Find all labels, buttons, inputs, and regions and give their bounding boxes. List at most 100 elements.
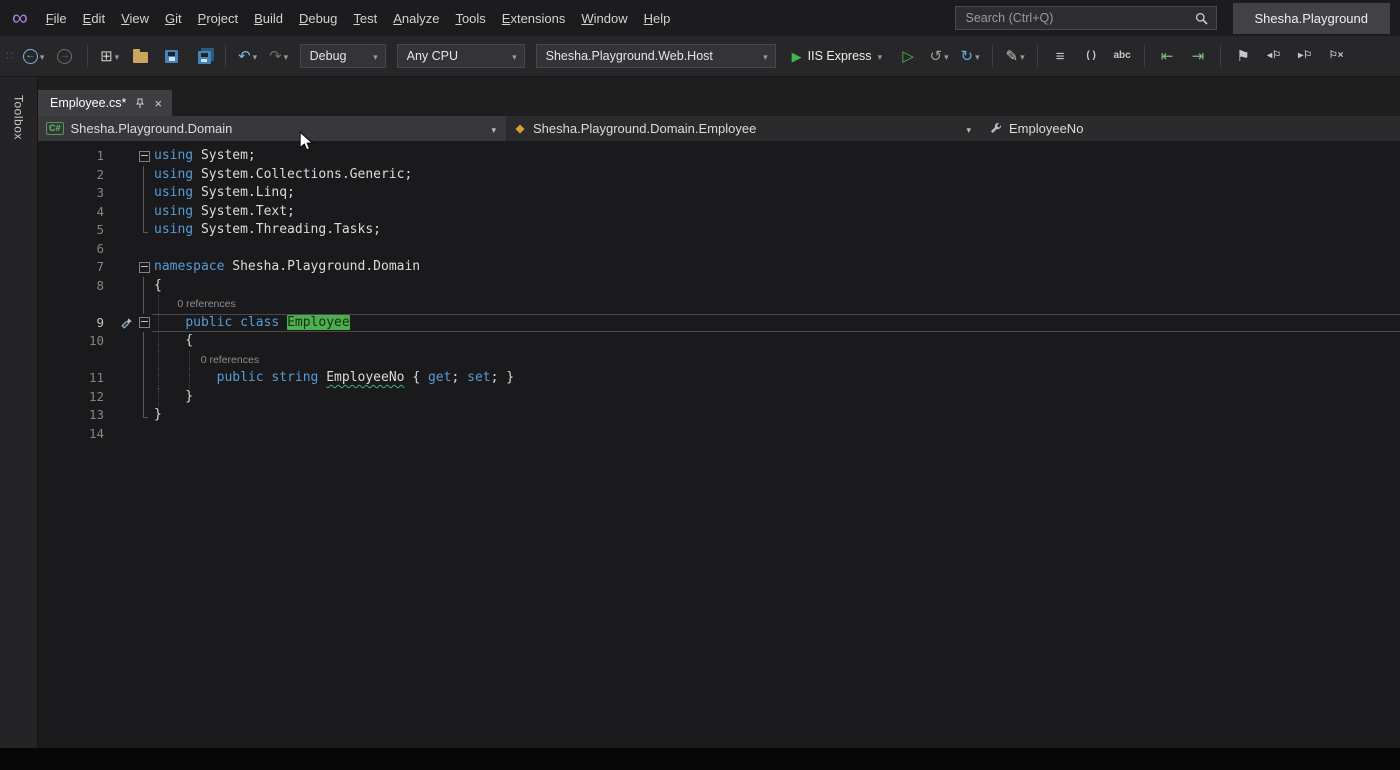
start-without-debugging-icon[interactable]: ▷ [894,43,922,69]
outline-margin [136,369,152,388]
codelens-references[interactable]: 0 references [177,298,235,310]
navigate-backward-icon[interactable]: ← [20,43,48,69]
menu-item-file[interactable]: File [38,6,75,31]
toggle-bookmark-icon[interactable]: ⚑ [1229,43,1257,69]
line-number: 5 [38,221,118,240]
code-cleanup-icon[interactable]: ✎ [1001,43,1029,69]
menu-item-edit[interactable]: Edit [75,6,113,31]
new-project-icon[interactable]: ⊞ [96,43,124,69]
code-line[interactable]: 12 } [38,388,1400,407]
menu-item-window[interactable]: Window [573,6,635,31]
code-text: public string EmployeeNo { get; set; } [152,369,1400,388]
code-line[interactable]: 10 { [38,332,1400,351]
menu-item-build[interactable]: Build [246,6,291,31]
search-input[interactable] [964,10,1187,26]
glyph-margin [118,221,136,240]
pin-icon[interactable] [135,98,145,109]
menu-item-view[interactable]: View [113,6,157,31]
codelens-references[interactable]: 0 references [201,354,259,366]
outline-margin [136,184,152,203]
outline-margin [136,295,152,314]
solution-platforms-combo-value: Any CPU [407,49,504,63]
redo-icon-glyph: ↷ [269,49,282,64]
type-dropdown[interactable]: Shesha.Playground.Domain.Employee [506,116,981,141]
solution-platforms-combo[interactable]: Any CPU [397,44,525,68]
previous-bookmark-icon[interactable]: ◂⚐ [1260,43,1288,69]
redo-icon[interactable]: ↷ [265,43,293,69]
collapse-region-icon[interactable] [139,262,150,273]
clear-bookmarks-icon[interactable]: ⚐× [1322,43,1350,69]
close-icon[interactable] [154,97,162,110]
code-line[interactable]: 14 [38,425,1400,444]
increase-indent-icon[interactable]: ⇥ [1184,43,1212,69]
standard-toolbar: ∷←→ ⊞ ↶ ↷ Debug Any CPU Shesha.Playground.Web.… [0,36,1400,77]
line-number: 8 [38,277,118,296]
chevron-down-icon [115,47,120,65]
decrease-indent-icon[interactable]: ⇤ [1153,43,1181,69]
tab-employee-cs[interactable]: Employee.cs* [38,90,172,116]
csharp-project-icon: C# [46,122,64,135]
undo-icon[interactable]: ↶ [234,43,262,69]
menu-item-analyze[interactable]: Analyze [385,6,447,31]
run-target-label: IIS Express [808,49,872,63]
menu-item-git[interactable]: Git [157,6,190,31]
glyph-margin [118,369,136,388]
startup-projects-combo[interactable]: Shesha.Playground.Web.Host [536,44,776,68]
code-line[interactable]: 3using System.Linq; [38,184,1400,203]
start-debugging-button[interactable]: ▶IIS Express [785,49,889,63]
code-text: } [152,406,1400,425]
open-file-icon[interactable] [127,43,155,69]
startup-projects-combo-value: Shesha.Playground.Web.Host [546,49,755,63]
code-line[interactable]: 8{ [38,277,1400,296]
collapse-region-icon[interactable] [139,151,150,162]
display-member-list-icon[interactable]: ≡ [1046,43,1074,69]
codelens-row: 0 references [38,351,1400,370]
menu-item-project[interactable]: Project [190,6,246,31]
toolbar-grip[interactable]: ∷ [6,49,17,63]
solution-configurations-combo[interactable]: Debug [300,44,386,68]
chevron-down-icon [1020,47,1025,65]
member-dropdown[interactable]: EmployeeNo [981,116,1400,141]
line-number: 2 [38,166,118,185]
hot-reload-icon[interactable]: ↺ [925,43,953,69]
save-all-icon[interactable] [189,43,217,69]
chevron-down-icon [512,47,517,65]
display-word-completion-icon[interactable]: abc [1108,43,1136,69]
menu-item-tools[interactable]: Tools [447,6,493,31]
code-line[interactable]: 6 [38,240,1400,259]
save-icon-shape [165,50,178,63]
menu-item-test[interactable]: Test [345,6,385,31]
code-line[interactable]: 13} [38,406,1400,425]
save-icon[interactable] [158,43,186,69]
menu-item-extensions[interactable]: Extensions [494,6,574,31]
code-line[interactable]: 11 public string EmployeeNo { get; set; … [38,369,1400,388]
quick-actions-icon[interactable] [118,314,136,333]
code-editor[interactable]: 1using System;2using System.Collections.… [38,142,1400,748]
code-line[interactable]: 2using System.Collections.Generic; [38,166,1400,185]
code-line[interactable]: 1using System; [38,147,1400,166]
search-box[interactable] [955,6,1217,30]
restart-icon[interactable]: ↻ [956,43,984,69]
glyph-margin [118,147,136,166]
code-line[interactable]: 7namespace Shesha.Playground.Domain [38,258,1400,277]
toolbar-separator [992,45,993,67]
main-menu: FileEditViewGitProjectBuildDebugTestAnal… [38,6,679,31]
collapse-region-icon[interactable] [139,317,150,328]
glyph-margin [118,425,136,444]
solution-name-badge[interactable]: Shesha.Playground [1233,3,1390,34]
code-line[interactable]: 9 public class Employee [38,314,1400,333]
chevron-down-icon [253,47,258,65]
menu-item-help[interactable]: Help [636,6,679,31]
menu-item-debug[interactable]: Debug [291,6,345,31]
display-parameter-info-icon[interactable]: ( ) [1077,43,1105,69]
code-text: } [152,388,1400,407]
glyph-margin [118,295,136,314]
code-line[interactable]: 5using System.Threading.Tasks; [38,221,1400,240]
toolbox-panel-tab[interactable]: Toolbox [12,95,26,140]
code-line[interactable]: 4using System.Text; [38,203,1400,222]
line-number: 14 [38,425,118,444]
outline-margin [136,406,152,425]
navigate-forward-icon[interactable]: → [51,43,79,69]
next-bookmark-icon[interactable]: ▸⚐ [1291,43,1319,69]
project-dropdown[interactable]: C# Shesha.Playground.Domain [38,116,506,141]
